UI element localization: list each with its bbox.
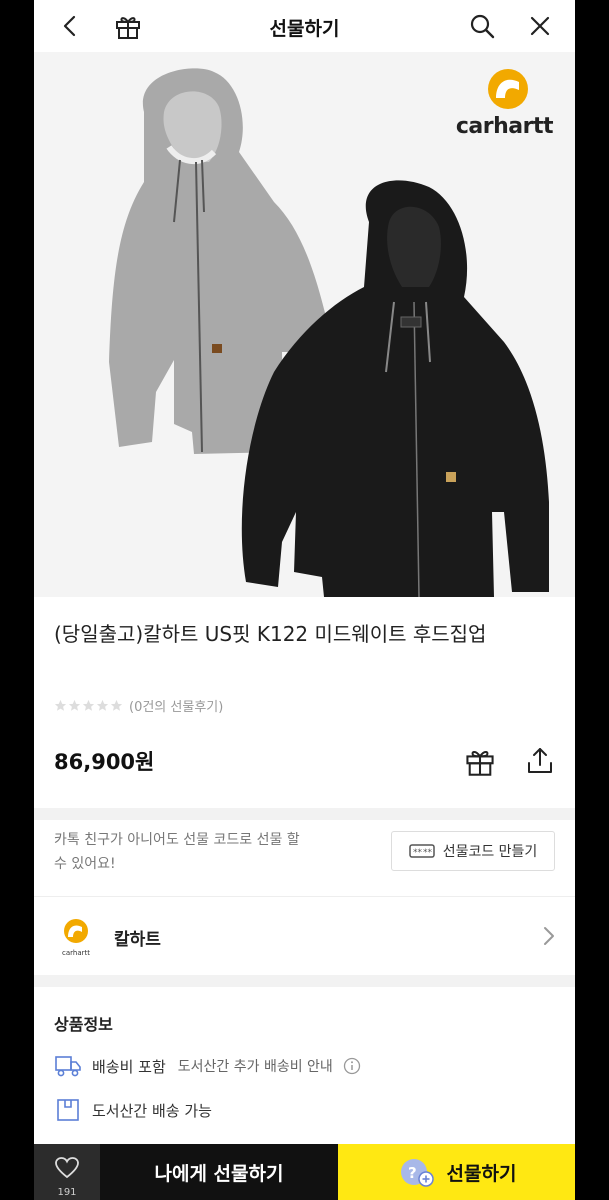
svg-text:?: ? <box>408 1164 417 1182</box>
create-gift-code-label: 선물코드 만들기 <box>442 844 538 860</box>
review-summary[interactable]: (0건의 선물후기) <box>54 694 223 716</box>
product-title: (당일출고)칼하트 US핏 K122 미드웨이트 후드집업 <box>54 622 487 646</box>
product-price: 86,900원 <box>54 750 155 774</box>
wishlist-count: 191 <box>57 1187 77 1198</box>
star-icon <box>68 699 81 711</box>
rating-stars <box>54 699 123 712</box>
shipping-info-row: 배송비 포함 도서산간 추가 배송비 안내 <box>54 1053 361 1079</box>
star-icon <box>96 699 109 711</box>
chevron-right-icon <box>544 927 554 945</box>
price-actions <box>463 744 557 778</box>
star-icon <box>110 699 123 711</box>
friend-gift-icon: ? <box>400 1159 434 1187</box>
carhartt-logo: carhartt <box>425 68 554 148</box>
product-image[interactable]: carhartt <box>34 52 575 597</box>
svg-text:**: ** <box>423 848 433 858</box>
product-info-title: 상품정보 <box>54 1015 113 1034</box>
star-icon <box>82 699 95 711</box>
brand-name: 칼하트 <box>114 930 161 950</box>
app-frame: 선물하기 carhartt (당일출고)칼하트 US핏 K122 미드웨이트 후… <box>34 0 575 1200</box>
heart-icon <box>55 1157 79 1179</box>
carhartt-wordmark: carhartt <box>455 114 554 139</box>
section-divider <box>34 975 575 987</box>
brand-row[interactable]: carhartt 칼하트 <box>34 896 575 974</box>
info-icon[interactable] <box>343 1057 361 1075</box>
delivery-truck-icon <box>55 1056 81 1077</box>
gift-box-icon[interactable] <box>463 744 497 778</box>
remote-delivery-row: 도서산간 배송 가능 <box>54 1097 212 1123</box>
section-divider <box>34 808 575 820</box>
package-box-icon <box>57 1099 79 1121</box>
gift-to-self-label: 나에게 선물하기 <box>154 1162 284 1185</box>
gift-code-note: 카톡 친구가 아니어도 선물 코드로 선물 할 수 있어요! <box>54 832 300 872</box>
wishlist-button[interactable]: 191 <box>34 1144 100 1200</box>
remote-delivery-label: 도서산간 배송 가능 <box>92 1101 212 1120</box>
shipping-included-label: 배송비 포함 <box>92 1057 166 1076</box>
brand-logo: carhartt <box>54 915 98 959</box>
close-icon[interactable] <box>522 8 558 44</box>
create-gift-code-button[interactable]: ** ** 선물코드 만들기 <box>391 831 555 871</box>
review-count-text: (0건의 선물후기) <box>129 699 224 715</box>
star-icon <box>54 699 67 711</box>
gift-to-self-button[interactable]: 나에게 선물하기 <box>100 1144 338 1200</box>
carhartt-c-icon <box>488 69 528 109</box>
gift-label: 선물하기 <box>446 1162 517 1185</box>
search-icon[interactable] <box>464 8 500 44</box>
bottom-action-bar: 191 나에게 선물하기 ? 선물하기 <box>34 1144 575 1200</box>
svg-text:**: ** <box>413 848 423 858</box>
remote-shipping-fee-text: 도서산간 추가 배송비 안내 <box>177 1059 333 1075</box>
share-icon[interactable] <box>523 744 557 778</box>
top-navigation-bar: 선물하기 <box>34 0 575 52</box>
svg-text:carhartt: carhartt <box>62 949 90 957</box>
gift-button[interactable]: ? 선물하기 <box>338 1144 575 1200</box>
ticket-icon: ** ** <box>408 844 435 858</box>
